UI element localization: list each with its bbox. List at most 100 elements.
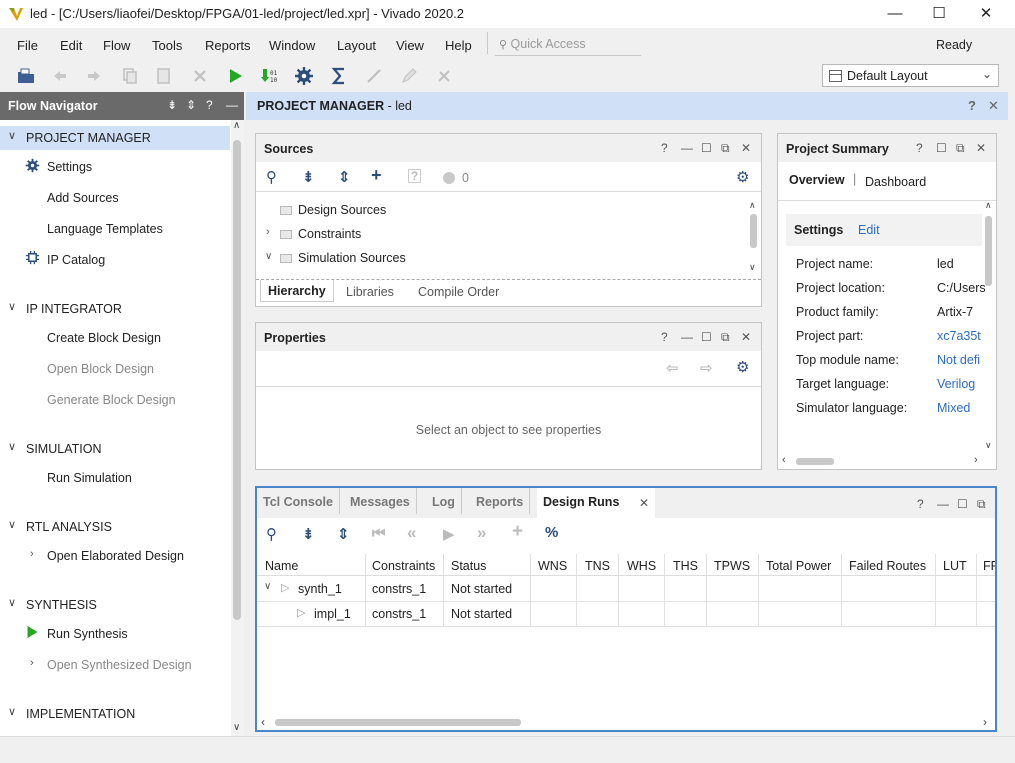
open-project-icon[interactable] [16, 66, 36, 86]
collapse-all-icon[interactable]: ⇟ [167, 98, 177, 112]
close-button[interactable]: ✕ [966, 2, 1006, 26]
search-icon[interactable]: ⚲ [266, 525, 277, 543]
quick-access-input[interactable]: ⚲ Quick Access [487, 32, 641, 56]
percent-icon[interactable]: % [545, 524, 558, 541]
column-header-total-power[interactable]: Total Power [766, 554, 831, 578]
column-header-name[interactable]: Name [265, 554, 298, 578]
run-icon[interactable] [225, 66, 245, 86]
cross-off-icon[interactable] [434, 66, 454, 86]
collapse-all-icon[interactable]: ⇟ [302, 168, 315, 186]
section-synthesis[interactable]: ∨ SYNTHESIS [0, 593, 230, 617]
back-arrow-icon[interactable]: ⇦ [666, 359, 679, 377]
help-icon[interactable]: ? [661, 141, 668, 155]
float-icon[interactable]: ⧉ [721, 330, 730, 345]
close-icon[interactable]: ✕ [741, 141, 751, 155]
section-ip-integrator[interactable]: ∨ IP INTEGRATOR [0, 297, 230, 321]
copy-icon[interactable] [120, 66, 140, 86]
nav-item-settings[interactable]: Settings [47, 160, 92, 174]
pencil-off-icon[interactable] [399, 66, 419, 86]
next-icon[interactable]: » [477, 523, 486, 543]
menu-file[interactable]: File [17, 38, 38, 53]
maximize-button[interactable]: ☐ [919, 2, 959, 26]
menu-reports[interactable]: Reports [205, 38, 251, 53]
scroll-left-icon[interactable]: ‹ [782, 454, 786, 466]
forward-arrow-icon[interactable]: ⇨ [700, 359, 713, 377]
table-row[interactable] [257, 602, 995, 627]
help-icon[interactable]: ? [916, 141, 923, 155]
scroll-down-icon[interactable]: ∨ [233, 722, 240, 733]
minimize-icon[interactable]: — [681, 141, 693, 155]
section-project-manager[interactable]: ∨ PROJECT MANAGER [0, 126, 230, 150]
tab-compile-order[interactable]: Compile Order [418, 285, 499, 299]
nav-item-generate-block-design[interactable]: Generate Block Design [47, 393, 176, 407]
add-sources-icon[interactable]: + [371, 165, 382, 186]
scrollbar-thumb[interactable] [750, 214, 757, 248]
play-icon[interactable]: ▶ [443, 525, 455, 543]
summary-value-simulator-language[interactable]: Mixed [937, 401, 985, 415]
table-row[interactable] [257, 577, 995, 602]
chevron-right-icon[interactable]: › [266, 226, 270, 238]
chevron-down-icon[interactable]: ∨ [265, 251, 272, 262]
settings-gear-icon[interactable]: ⚙ [736, 168, 749, 186]
add-run-icon[interactable]: + [512, 521, 523, 543]
scroll-left-icon[interactable]: ‹ [261, 715, 265, 729]
tab-hierarchy[interactable]: Hierarchy [260, 280, 334, 302]
unknown-icon[interactable]: ? [408, 169, 421, 183]
column-header-ths[interactable]: THS [673, 554, 698, 578]
scroll-right-icon[interactable]: › [983, 715, 987, 729]
runs-horizontal-scrollbar[interactable]: ‹ › [261, 715, 991, 730]
menu-help[interactable]: Help [445, 38, 472, 53]
menu-layout[interactable]: Layout [337, 38, 376, 53]
edit-settings-link[interactable]: Edit [858, 223, 880, 237]
tree-item-constraints[interactable]: Constraints [280, 227, 361, 241]
redo-icon[interactable] [84, 66, 104, 86]
column-header-tpws[interactable]: TPWS [714, 554, 750, 578]
scroll-up-icon[interactable]: ∧ [233, 120, 240, 131]
menu-flow[interactable]: Flow [103, 38, 130, 53]
help-icon[interactable]: ? [968, 98, 976, 113]
expand-all-icon[interactable]: ⇕ [186, 98, 196, 112]
column-header-constraints[interactable]: Constraints [372, 554, 435, 578]
generate-bitstream-icon[interactable]: 0110 [259, 66, 279, 86]
sources-scrollbar[interactable]: ∧ ∨ [749, 200, 759, 276]
menu-window[interactable]: Window [269, 38, 315, 53]
float-icon[interactable]: ⧉ [721, 141, 730, 156]
summary-value-top-module[interactable]: Not defi [937, 353, 985, 367]
tab-tcl-console[interactable]: Tcl Console [257, 488, 340, 514]
nav-item-add-sources[interactable]: Add Sources [47, 191, 119, 205]
nav-item-open-synthesized-design[interactable]: Open Synthesized Design [47, 658, 192, 672]
tab-dashboard[interactable]: Dashboard [865, 175, 926, 189]
summary-horizontal-scrollbar[interactable]: ‹ › [782, 454, 982, 468]
minimize-button[interactable]: — [875, 2, 915, 26]
nav-item-open-block-design[interactable]: Open Block Design [47, 362, 154, 376]
close-icon[interactable]: ✕ [741, 330, 751, 344]
settings-gear-icon[interactable]: ⚙ [736, 358, 749, 376]
nav-item-create-block-design[interactable]: Create Block Design [47, 331, 161, 345]
help-icon[interactable]: ? [206, 98, 213, 112]
tab-reports[interactable]: Reports [470, 488, 531, 514]
paste-icon[interactable] [154, 66, 174, 86]
menu-view[interactable]: View [396, 38, 424, 53]
tab-overview[interactable]: Overview [789, 173, 845, 187]
tab-log[interactable]: Log [426, 488, 462, 514]
chevron-down-icon[interactable]: ∨ [264, 581, 271, 592]
float-icon[interactable]: ⧉ [977, 497, 986, 512]
scroll-down-icon[interactable]: ∨ [985, 440, 992, 451]
nav-item-run-simulation[interactable]: Run Simulation [47, 471, 132, 485]
collapse-all-icon[interactable]: ⇟ [302, 525, 315, 543]
tab-design-runs[interactable]: Design Runs [537, 488, 655, 519]
column-header-whs[interactable]: WHS [627, 554, 656, 578]
nav-item-ip-catalog[interactable]: IP Catalog [47, 253, 105, 267]
scroll-right-icon[interactable]: › [974, 454, 978, 466]
nav-item-open-elaborated-design[interactable]: Open Elaborated Design [47, 549, 184, 563]
minimize-panel-icon[interactable]: — [226, 98, 238, 112]
close-tab-icon[interactable]: ✕ [639, 496, 649, 510]
scrollbar-thumb[interactable] [796, 458, 834, 465]
column-header-lut[interactable]: LUT [943, 554, 967, 578]
minimize-icon[interactable]: — [937, 497, 949, 511]
column-header-wns[interactable]: WNS [538, 554, 567, 578]
float-icon[interactable]: ⧉ [956, 141, 965, 156]
scroll-down-icon[interactable]: ∨ [749, 262, 756, 273]
section-implementation[interactable]: ∨ IMPLEMENTATION [0, 702, 230, 726]
summary-value-target-language[interactable]: Verilog [937, 377, 985, 391]
